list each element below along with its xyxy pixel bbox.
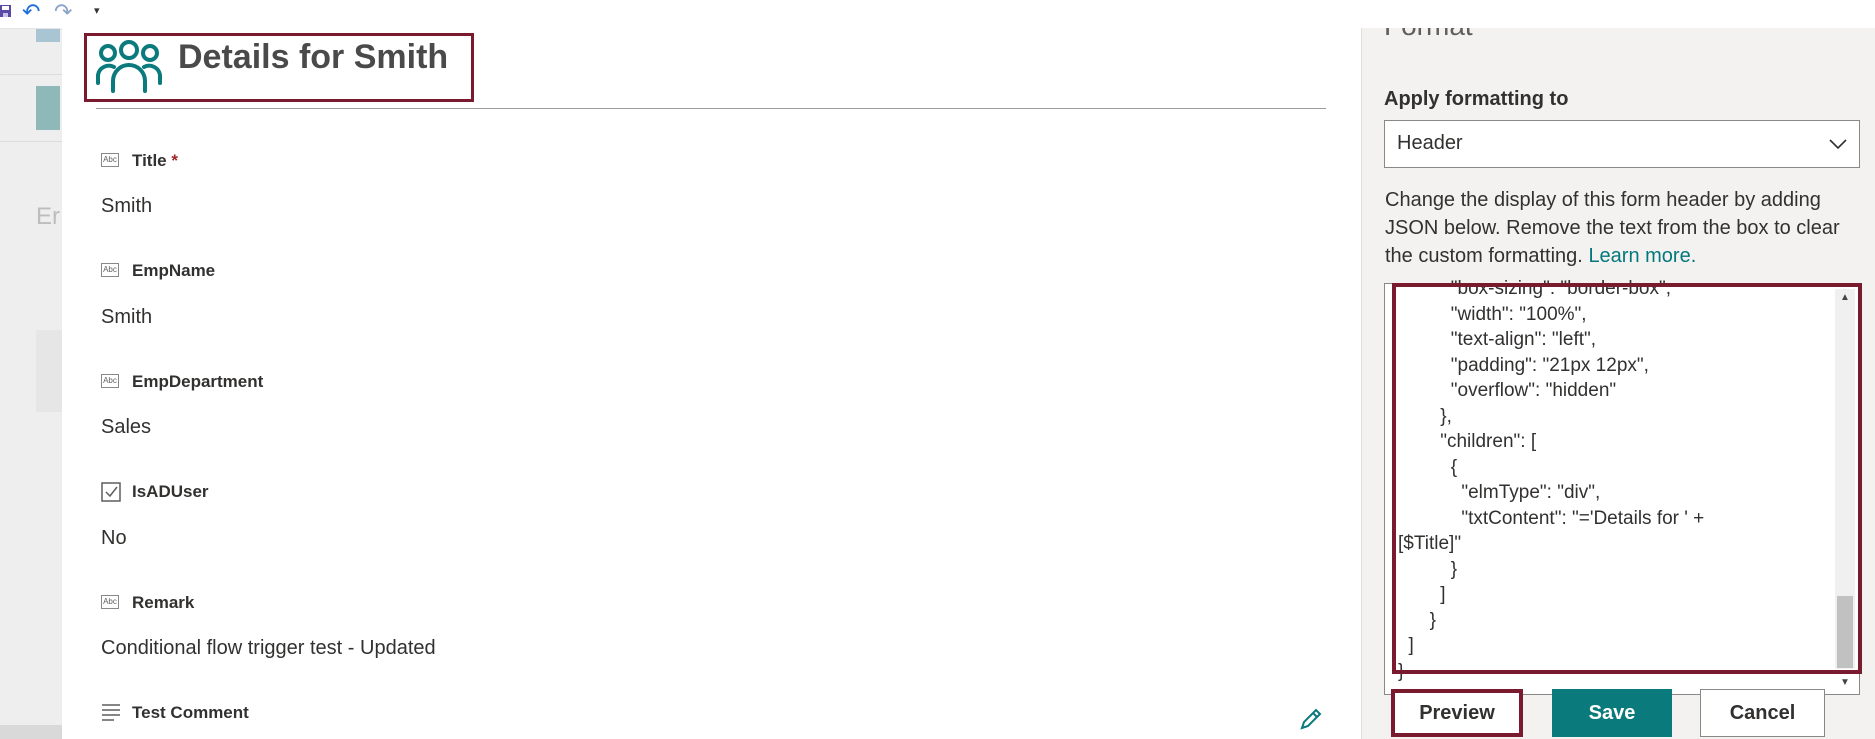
pane-top-cover bbox=[1361, 0, 1875, 28]
format-description: Change the display of this form header b… bbox=[1385, 186, 1857, 270]
field-value-empname[interactable]: Smith bbox=[101, 306, 152, 329]
field-value-empdepartment[interactable]: Sales bbox=[101, 416, 151, 439]
background-divider bbox=[0, 141, 62, 142]
multiline-field-icon bbox=[101, 703, 121, 726]
field-value-remark[interactable]: Conditional flow trigger test - Updated bbox=[101, 637, 436, 660]
background-box bbox=[36, 330, 62, 412]
field-label-title: Title * bbox=[132, 151, 178, 171]
text-field-icon: Abc bbox=[101, 374, 119, 388]
learn-more-link[interactable]: Learn more. bbox=[1588, 245, 1696, 267]
text-field-icon: Abc bbox=[101, 153, 119, 167]
field-label-remark: Remark bbox=[132, 593, 195, 612]
save-button[interactable]: Save bbox=[1552, 689, 1672, 737]
apply-formatting-label: Apply formatting to bbox=[1384, 88, 1569, 110]
text-field-icon: Abc bbox=[101, 263, 119, 277]
field-value-isaduser[interactable]: No bbox=[101, 527, 127, 550]
cancel-button[interactable]: Cancel bbox=[1700, 689, 1825, 737]
background-scrollbar bbox=[0, 725, 62, 739]
background-divider bbox=[0, 74, 62, 75]
customize-toolbar-icon[interactable]: ▾ bbox=[94, 4, 100, 17]
redo-icon[interactable]: ↷ bbox=[54, 0, 72, 24]
required-marker: * bbox=[171, 151, 178, 170]
pencil-icon[interactable] bbox=[1298, 706, 1324, 732]
editor-highlight-box bbox=[1392, 283, 1862, 674]
header-highlight-box bbox=[84, 33, 474, 102]
field-label-empname: EmpName bbox=[132, 261, 216, 280]
undo-icon[interactable]: ↶ bbox=[22, 0, 40, 24]
field-label-empdepartment: EmpDepartment bbox=[132, 372, 264, 391]
scroll-down-icon[interactable]: ▼ bbox=[1835, 674, 1855, 692]
field-label-text: Title bbox=[132, 151, 167, 170]
header-divider bbox=[96, 108, 1326, 109]
dropdown-selected-value: Header bbox=[1397, 132, 1463, 154]
text-field-icon: Abc bbox=[101, 595, 119, 609]
field-label-test-comment: Test Comment bbox=[132, 703, 249, 722]
chevron-down-icon[interactable] bbox=[1827, 132, 1849, 154]
background-tile bbox=[36, 86, 60, 130]
field-label-isaduser: IsADUser bbox=[132, 482, 209, 501]
background-partial-text: Er bbox=[36, 203, 60, 230]
preview-button[interactable]: Preview bbox=[1391, 689, 1523, 737]
background-tile bbox=[36, 28, 60, 42]
checkbox-field-icon bbox=[101, 482, 121, 507]
save-icon[interactable] bbox=[0, 4, 12, 18]
field-value-title[interactable]: Smith bbox=[101, 195, 152, 218]
